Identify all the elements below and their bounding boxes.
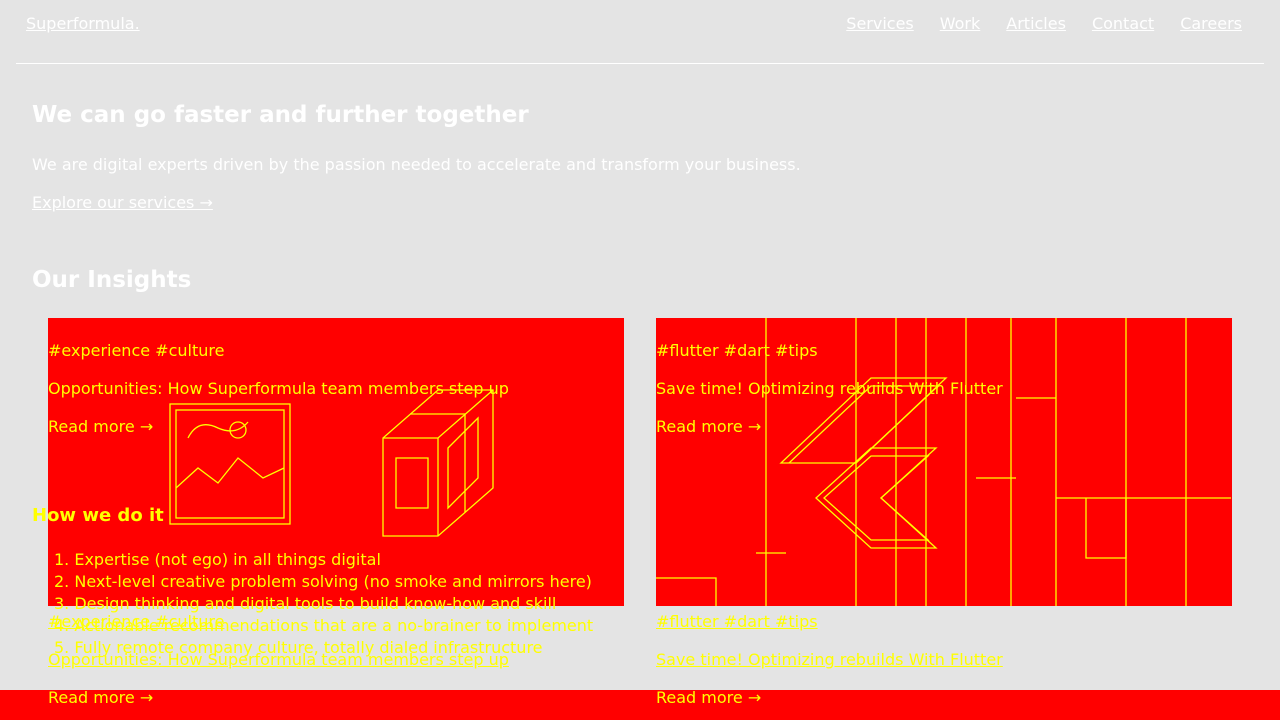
bottom-bar bbox=[0, 690, 1280, 720]
card-2-read-more-link[interactable]: Read more → bbox=[656, 688, 761, 707]
explore-services-link[interactable]: Explore our services → bbox=[32, 193, 213, 212]
nav-contact[interactable]: Contact bbox=[1092, 14, 1154, 33]
card-2-overlay-read-more[interactable]: Read more → bbox=[656, 417, 761, 436]
brand-logo-link[interactable]: Superformula. bbox=[26, 14, 140, 33]
card-1-tags-link[interactable]: #experience #culture bbox=[48, 612, 224, 631]
card-1-overlay-title[interactable]: Opportunities: How Superformula team mem… bbox=[48, 379, 509, 398]
card-2-title-link[interactable]: Save time! Optimizing rebuilds With Flut… bbox=[656, 650, 1003, 669]
list-item: 2. Next-level creative problem solving (… bbox=[54, 572, 592, 591]
nav-services[interactable]: Services bbox=[846, 14, 913, 33]
hero-title: We can go faster and further together bbox=[32, 102, 529, 128]
list-item: 1. Expertise (not ego) in all things dig… bbox=[54, 550, 381, 569]
card-2-overlay-tags[interactable]: #flutter #dart #tips bbox=[656, 341, 818, 360]
card-1-overlay-read-more[interactable]: Read more → bbox=[48, 417, 153, 436]
nav-articles[interactable]: Articles bbox=[1006, 14, 1066, 33]
insights-title: Our Insights bbox=[32, 267, 192, 293]
nav-work[interactable]: Work bbox=[940, 14, 981, 33]
hero-subtitle: We are digital experts driven by the pas… bbox=[32, 155, 801, 174]
nav-careers[interactable]: Careers bbox=[1180, 14, 1242, 33]
site-header: Superformula. Services Work Articles Con… bbox=[16, 0, 1264, 64]
card-image-flutter-logo[interactable] bbox=[656, 318, 1232, 606]
how-we-do-it-list: 1. Expertise (not ego) in all things dig… bbox=[54, 549, 593, 659]
main-nav: Services Work Articles Contact Careers bbox=[846, 14, 1242, 33]
card-1-overlay-tags[interactable]: #experience #culture bbox=[48, 341, 224, 360]
card-2-tags-link[interactable]: #flutter #dart #tips bbox=[656, 612, 818, 631]
card-2-overlay-title[interactable]: Save time! Optimizing rebuilds With Flut… bbox=[656, 379, 1003, 398]
how-we-do-it-title: How we do it bbox=[32, 505, 164, 526]
card-1-read-more-link[interactable]: Read more → bbox=[48, 688, 153, 707]
card-1-title-link[interactable]: Opportunities: How Superformula team mem… bbox=[48, 650, 509, 669]
